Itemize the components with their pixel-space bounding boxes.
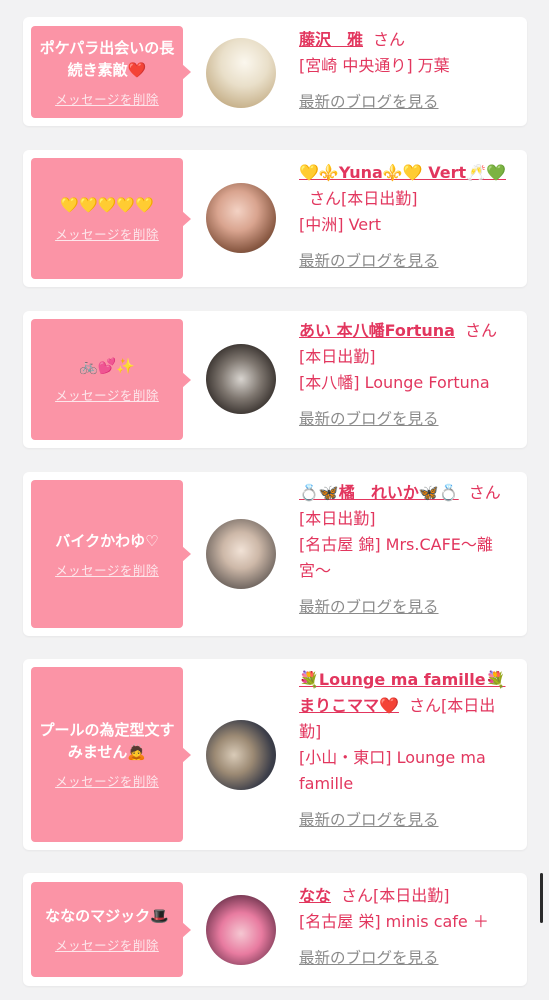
favorite-card: ななのマジック🎩 メッセージを削除 なな さん[本日出勤] [名古屋 栄] min…: [23, 873, 527, 986]
cast-info: 💛⚜️Yuna⚜️💛 Vert🥂💚 さん[本日出勤] [中洲] Vert 最新のブ…: [299, 160, 515, 274]
avatar[interactable]: [206, 720, 276, 790]
shop-location: [小山・東口] Lounge ma famille: [299, 748, 486, 793]
honorific: さん: [408, 696, 441, 715]
shop-location: [中洲] Vert: [299, 215, 381, 234]
latest-blog-link[interactable]: 最新のブログを見る: [299, 93, 439, 111]
cast-info: 💍🦋橘 れいか🦋💍 さん [本日出勤] [名古屋 錦] Mrs.CAFE〜離宮〜 最…: [299, 480, 515, 620]
latest-blog-link[interactable]: 最新のブログを見る: [299, 410, 439, 428]
latest-blog-link[interactable]: 最新のブログを見る: [299, 811, 439, 829]
message-text: 🚲💕✨: [78, 357, 136, 375]
avatar[interactable]: [206, 183, 276, 253]
status-badge: [本日出勤]: [373, 886, 450, 905]
shop-location: [宮崎 中央通り] 万葉: [299, 56, 450, 75]
honorific: さん: [464, 321, 497, 340]
honorific: さん: [373, 30, 406, 49]
scrollbar-thumb[interactable]: [540, 873, 543, 923]
avatar[interactable]: [206, 519, 276, 589]
delete-message-link[interactable]: メッセージを削除: [55, 89, 159, 108]
message-text: 💛💛💛💛💛: [60, 196, 154, 214]
favorite-card: 💛💛💛💛💛 メッセージを削除 💛⚜️Yuna⚜️💛 Vert🥂💚 さん[本日出勤]…: [23, 150, 527, 287]
cast-name-link[interactable]: 藤沢 雅: [299, 30, 363, 49]
favorite-card: バイクかわゆ♡ メッセージを削除 💍🦋橘 れいか🦋💍 さん [本日出勤] [名古屋 …: [23, 472, 527, 636]
honorific: さん: [309, 189, 342, 208]
message-text: ポケパラ出会いの長続き素敵❤️: [39, 38, 175, 79]
honorific: さん: [341, 886, 374, 905]
message-bubble: プールの為定型文すみません🙇 メッセージを削除: [31, 667, 191, 842]
shop-location: [名古屋 錦] Mrs.CAFE〜離宮〜: [299, 535, 493, 580]
avatar[interactable]: [206, 344, 276, 414]
cast-info: なな さん[本日出勤] [名古屋 栄] minis cafe ＋ 最新のブログを見…: [299, 883, 515, 971]
cast-name-link[interactable]: 💛⚜️Yuna⚜️💛 Vert🥂💚: [299, 163, 506, 182]
favorite-card: 🚲💕✨ メッセージを削除 あい 本八幡Fortuna さん [本日出勤] [本八幡…: [23, 311, 527, 448]
message-text: プールの為定型文すみません🙇: [39, 721, 175, 761]
cast-info: 藤沢 雅さん [宮崎 中央通り] 万葉 最新のブログを見る: [299, 27, 515, 115]
cast-info: 💐Lounge ma famille💐まりこママ❤️ さん[本日出勤] [小山・東…: [299, 667, 515, 833]
delete-message-link[interactable]: メッセージを削除: [55, 771, 159, 790]
cast-name-link[interactable]: なな: [299, 886, 331, 905]
message-bubble: 💛💛💛💛💛 メッセージを削除: [31, 158, 191, 279]
latest-blog-link[interactable]: 最新のブログを見る: [299, 949, 439, 967]
cast-name-link[interactable]: 💍🦋橘 れいか🦋💍: [299, 483, 459, 502]
favorite-card: ポケパラ出会いの長続き素敵❤️ メッセージを削除 藤沢 雅さん [宮崎 中央通り…: [23, 17, 527, 126]
honorific: さん: [468, 483, 501, 502]
shop-location: [名古屋 栄] minis cafe ＋: [299, 912, 489, 931]
message-text: ななのマジック🎩: [45, 907, 169, 925]
avatar[interactable]: [206, 38, 276, 108]
message-bubble: ななのマジック🎩 メッセージを削除: [31, 882, 191, 977]
message-text: バイクかわゆ♡: [55, 531, 159, 550]
delete-message-link[interactable]: メッセージを削除: [55, 224, 159, 243]
delete-message-link[interactable]: メッセージを削除: [55, 935, 159, 954]
message-bubble: バイクかわゆ♡ メッセージを削除: [31, 480, 191, 628]
latest-blog-link[interactable]: 最新のブログを見る: [299, 252, 439, 270]
shop-location: [本八幡] Lounge Fortuna: [299, 373, 490, 392]
message-bubble: 🚲💕✨ メッセージを削除: [31, 319, 191, 440]
message-bubble: ポケパラ出会いの長続き素敵❤️ メッセージを削除: [31, 26, 191, 118]
latest-blog-link[interactable]: 最新のブログを見る: [299, 598, 439, 616]
avatar[interactable]: [206, 895, 276, 965]
cast-info: あい 本八幡Fortuna さん [本日出勤] [本八幡] Lounge Fort…: [299, 318, 515, 432]
delete-message-link[interactable]: メッセージを削除: [55, 385, 159, 404]
delete-message-link[interactable]: メッセージを削除: [55, 560, 159, 579]
status-badge: [本日出勤]: [299, 347, 376, 366]
cast-name-link[interactable]: あい 本八幡Fortuna: [299, 321, 455, 340]
status-badge: [本日出勤]: [299, 509, 376, 528]
status-badge: [本日出勤]: [341, 189, 418, 208]
favorite-card: プールの為定型文すみません🙇 メッセージを削除 💐Lounge ma famil…: [23, 659, 527, 850]
